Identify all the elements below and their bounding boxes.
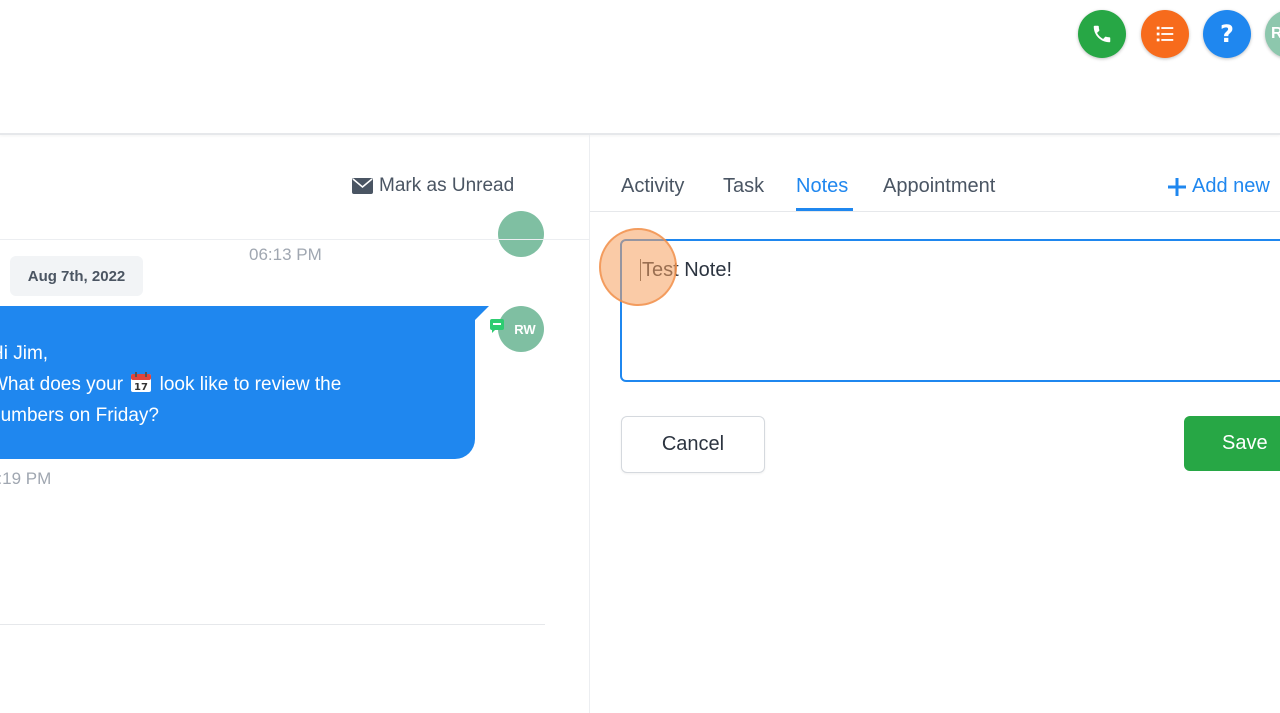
envelope-icon bbox=[352, 178, 373, 194]
user-avatar-button[interactable]: R bbox=[1265, 10, 1280, 58]
message-line-2-end: look like to review the bbox=[159, 374, 342, 395]
note-textarea[interactable]: Test Note! bbox=[620, 239, 1280, 382]
phone-icon bbox=[1093, 25, 1111, 43]
message-sent-time: 6:19 PM bbox=[0, 469, 52, 488]
mark-as-unread-label: Mark as Unread bbox=[379, 175, 515, 196]
add-new-label: Add new bbox=[1192, 175, 1270, 197]
top-bar: ? R bbox=[0, 0, 1280, 135]
list-button[interactable] bbox=[1141, 10, 1189, 58]
message-line-2: What does your 17 look like to review th… bbox=[0, 369, 341, 400]
sender-initials: RW bbox=[514, 321, 536, 337]
active-tab-indicator bbox=[796, 208, 853, 211]
date-chip: Aug 7th, 2022 bbox=[10, 256, 143, 296]
tab-task[interactable]: Task bbox=[723, 175, 764, 198]
avatar bbox=[498, 211, 544, 257]
tab-activity[interactable]: Activity bbox=[621, 175, 684, 198]
save-button[interactable]: Save bbox=[1184, 416, 1280, 471]
message-line-3: numbers on Friday? bbox=[0, 405, 159, 426]
tab-appointment[interactable]: Appointment bbox=[883, 175, 995, 198]
compose-divider bbox=[0, 624, 545, 625]
user-avatar-initial: R bbox=[1271, 25, 1280, 42]
sender-avatar: RW bbox=[498, 306, 544, 352]
cancel-button[interactable]: Cancel bbox=[621, 416, 765, 473]
conversation-panel: Mark as Unread 06:13 PM Aug 7th, 2022 Hi… bbox=[0, 135, 590, 713]
mark-as-unread-button[interactable]: Mark as Unread bbox=[352, 175, 514, 197]
click-indicator bbox=[599, 228, 677, 306]
divider bbox=[0, 239, 589, 240]
calendar-emoji-icon: 17 bbox=[131, 372, 152, 393]
help-icon: ? bbox=[1220, 20, 1234, 48]
message-line-1: Hi Jim, bbox=[0, 343, 49, 364]
message-line-2-start: What does your bbox=[0, 374, 124, 395]
message-timestamp: 06:13 PM bbox=[249, 245, 322, 264]
message-bubble-tail bbox=[475, 306, 489, 320]
phone-button[interactable] bbox=[1078, 10, 1126, 58]
tab-notes[interactable]: Notes bbox=[796, 175, 848, 198]
notes-panel: Activity Task Notes Appointment Add new … bbox=[590, 135, 1280, 713]
tab-bar: Activity Task Notes Appointment Add new bbox=[590, 135, 1280, 212]
list-icon bbox=[1156, 26, 1174, 42]
sms-channel-icon bbox=[490, 319, 504, 333]
message-bubble: Hi Jim, What does your 17 look like to r… bbox=[0, 306, 475, 459]
svg-text:17: 17 bbox=[134, 382, 148, 393]
add-new-button[interactable]: Add new bbox=[1168, 175, 1270, 198]
app-frame: ? R Mark as Unread 06:13 PM Aug 7th, 202… bbox=[0, 0, 1280, 713]
help-button[interactable]: ? bbox=[1203, 10, 1251, 58]
plus-icon bbox=[1168, 177, 1186, 196]
